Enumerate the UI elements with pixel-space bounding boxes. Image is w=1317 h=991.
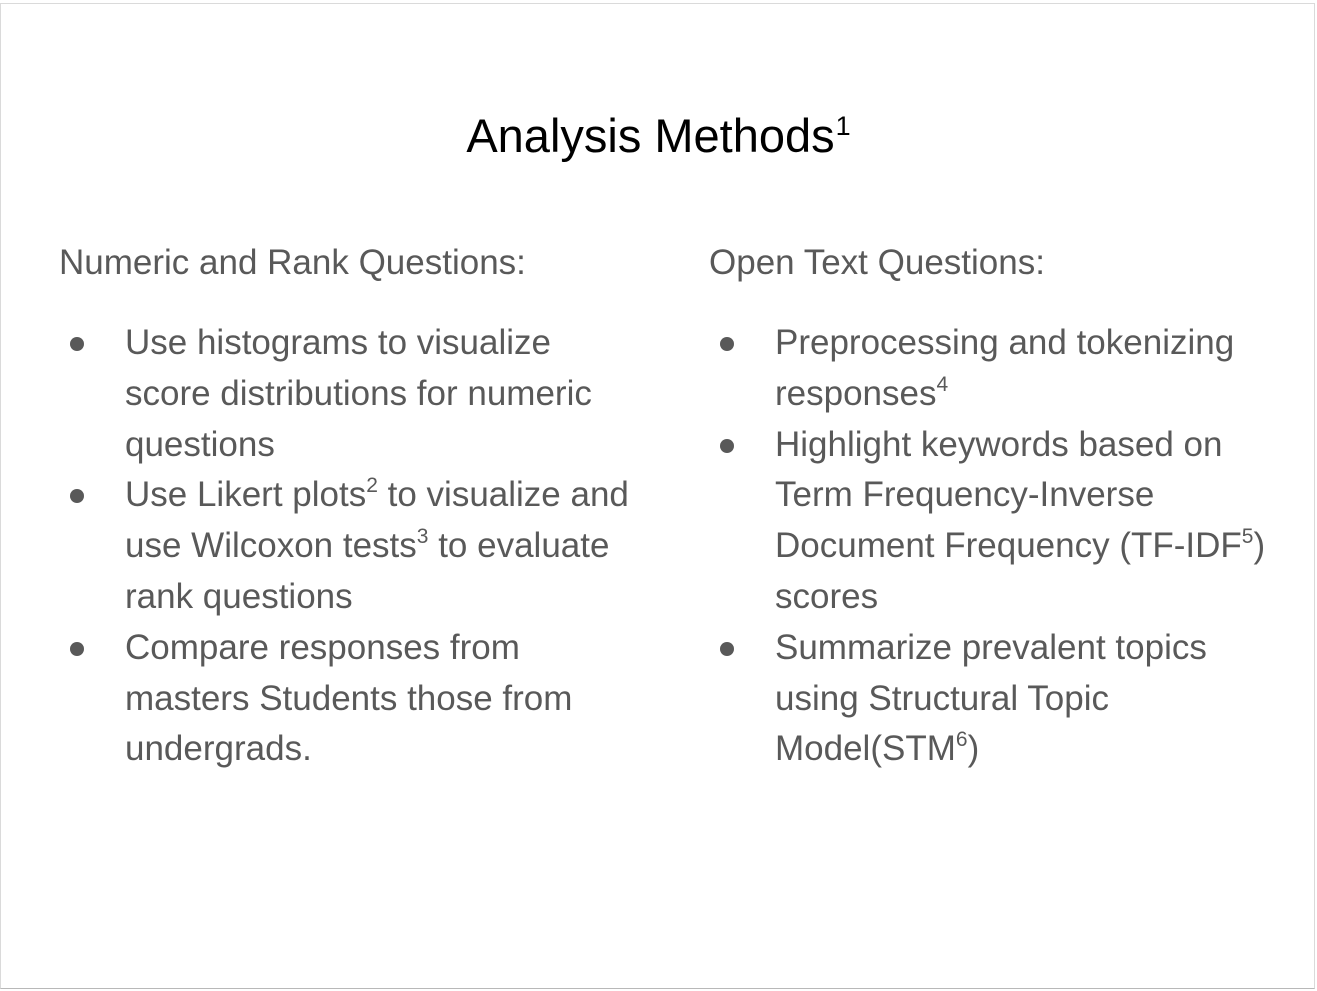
bullet-dot-icon (70, 641, 84, 656)
right-bullet-list: Preprocessing and tokenizing responses4 … (717, 318, 1297, 775)
bullet-text: Summarize prevalent topics using Structu… (775, 627, 1207, 769)
footnote-ref-4: 4 (936, 372, 949, 396)
bullet-text: Highlight keywords based on Term Frequen… (775, 424, 1242, 566)
left-bullet-list: Use histograms to visualize score distri… (67, 318, 637, 775)
bullet-text: ) (967, 729, 980, 769)
footnote-ref-3: 3 (416, 525, 429, 549)
bullet-text: Use Likert plots (125, 475, 367, 515)
footnote-ref-5: 5 (1241, 525, 1254, 549)
bullet-text: Compare responses from masters Students … (125, 627, 573, 769)
bullet-item-compare: Compare responses from masters Students … (67, 623, 637, 775)
slide-title-text: Analysis Methods (466, 109, 835, 162)
footnote-ref-6: 6 (955, 728, 968, 752)
bullet-dot-icon (720, 337, 734, 351)
bullet-dot-icon (720, 641, 734, 656)
slide: Analysis Methods1 Numeric and Rank Quest… (0, 3, 1315, 989)
bullet-item-stm: Summarize prevalent topics using Structu… (717, 623, 1297, 775)
bullet-item-preprocessing: Preprocessing and tokenizing responses4 (717, 318, 1297, 420)
bullet-dot-icon (720, 438, 734, 453)
left-column-heading: Numeric and Rank Questions: (59, 243, 526, 282)
slide-title: Analysis Methods1 (1, 104, 1316, 175)
footnote-ref-1: 1 (835, 111, 851, 141)
bullet-dot-icon (70, 489, 84, 504)
bullet-dot-icon (70, 337, 84, 351)
bullet-item-histograms: Use histograms to visualize score distri… (67, 318, 637, 470)
bullet-item-likert: Use Likert plots2 to visualize and use W… (67, 470, 637, 622)
right-column-heading: Open Text Questions: (709, 243, 1045, 282)
bullet-item-tfidf: Highlight keywords based on Term Frequen… (717, 420, 1297, 623)
bullet-text: Use histograms to visualize score distri… (125, 323, 592, 464)
footnote-ref-2: 2 (366, 474, 378, 498)
bullet-text: Preprocessing and tokenizing responses (775, 323, 1235, 413)
